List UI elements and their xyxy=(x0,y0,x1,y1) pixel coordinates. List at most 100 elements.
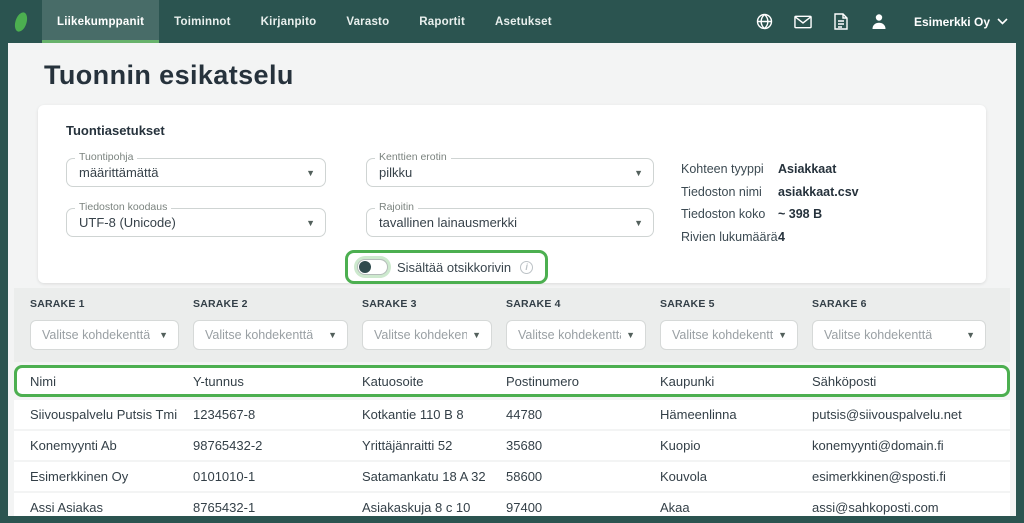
nav-tab-kirjanpito[interactable]: Kirjanpito xyxy=(246,0,332,43)
cell-katuosoite: Satamankatu 18 A 32 xyxy=(362,469,506,484)
nav-tab-asetukset[interactable]: Asetukset xyxy=(480,0,567,43)
info-value: 4 xyxy=(778,230,785,244)
select-tuontipohja[interactable]: Tuontipohja määrittämättä ▼ xyxy=(66,158,326,187)
header-cell: Y-tunnus xyxy=(193,374,362,389)
toggle-knob xyxy=(359,261,371,273)
cell-y-tunnus: 8765432-1 xyxy=(193,500,362,515)
header-row-toggle[interactable] xyxy=(357,259,388,275)
info-row: Tiedoston nimi asiakkaat.csv xyxy=(681,185,859,199)
select-placeholder: Valitse kohdekenttä xyxy=(672,328,773,342)
import-preview-table: SARAKE 1 SARAKE 2 SARAKE 3 SARAKE 4 SARA… xyxy=(14,288,1010,516)
target-field-select-6[interactable]: Valitse kohdekenttä ▼ xyxy=(812,320,986,350)
select-placeholder: Valitse kohdekenttä xyxy=(374,328,467,342)
target-field-select-1[interactable]: Valitse kohdekenttä ▼ xyxy=(30,320,179,350)
cell-nimi: Siivouspalvelu Putsis Tmi xyxy=(30,407,193,422)
header-cell: Katuosoite xyxy=(362,374,506,389)
cell-kaupunki: Akaa xyxy=(660,500,812,515)
info-label: Tiedoston nimi xyxy=(681,185,778,199)
info-value: asiakkaat.csv xyxy=(778,185,859,199)
field-value: UTF-8 (Unicode) xyxy=(79,215,176,230)
preview-rows: Siivouspalvelu Putsis Tmi 1234567-8 Kotk… xyxy=(14,400,1010,516)
table-row: Esimerkkinen Oy 0101010-1 Satamankatu 18… xyxy=(14,462,1010,491)
select-rajoitin[interactable]: Rajoitin tavallinen lainausmerkki ▼ xyxy=(366,208,654,237)
top-navbar: Liikekumppanit Toiminnot Kirjanpito Vara… xyxy=(0,0,1024,43)
cell-nimi: Assi Asiakas xyxy=(30,500,193,515)
info-row: Rivien lukumäärä 4 xyxy=(681,230,859,244)
info-label: Rivien lukumäärä xyxy=(681,230,778,244)
cell-katuosoite: Kotkantie 110 B 8 xyxy=(362,407,506,422)
column-header: SARAKE 2 xyxy=(193,298,362,310)
cell-postinumero: 35680 xyxy=(506,438,660,453)
user-icon[interactable] xyxy=(870,13,888,31)
info-value: Asiakkaat xyxy=(778,162,836,176)
column-header: SARAKE 6 xyxy=(812,298,1000,310)
header-cell: Kaupunki xyxy=(660,374,812,389)
dropdown-arrow-icon: ▼ xyxy=(778,330,787,340)
nav-tab-toiminnot[interactable]: Toiminnot xyxy=(159,0,246,43)
cell-y-tunnus: 1234567-8 xyxy=(193,407,362,422)
company-switcher[interactable]: Esimerkki Oy xyxy=(914,15,1008,29)
header-cell: Postinumero xyxy=(506,374,660,389)
header-row-highlight-annotation: Nimi Y-tunnus Katuosoite Postinumero Kau… xyxy=(14,365,1010,397)
select-placeholder: Valitse kohdekenttä xyxy=(42,328,150,342)
csv-header-row: Nimi Y-tunnus Katuosoite Postinumero Kau… xyxy=(17,368,1007,394)
info-row: Kohteen tyyppi Asiakkaat xyxy=(681,162,859,176)
dropdown-arrow-icon: ▼ xyxy=(634,167,643,177)
cell-y-tunnus: 0101010-1 xyxy=(193,469,362,484)
field-label: Tiedoston koodaus xyxy=(75,201,171,213)
app-logo[interactable] xyxy=(0,0,42,43)
cell-postinumero: 97400 xyxy=(506,500,660,515)
select-tiedoston-koodaus[interactable]: Tiedoston koodaus UTF-8 (Unicode) ▼ xyxy=(66,208,326,237)
info-row: Tiedoston koko ~ 398 B xyxy=(681,207,859,221)
main-menu: Liikekumppanit Toiminnot Kirjanpito Vara… xyxy=(42,0,567,43)
info-icon[interactable]: i xyxy=(520,261,533,274)
page-title: Tuonnin esikatselu xyxy=(44,60,1016,91)
import-settings-card: Tuontiasetukset Tuontipohja määrittämätt… xyxy=(38,105,986,283)
dropdown-arrow-icon: ▼ xyxy=(306,167,315,177)
card-heading: Tuontiasetukset xyxy=(66,123,958,138)
document-icon[interactable] xyxy=(832,13,850,31)
cell-y-tunnus: 98765432-2 xyxy=(193,438,362,453)
cell-katuosoite: Yrittäjänraitti 52 xyxy=(362,438,506,453)
column-header: SARAKE 1 xyxy=(30,298,193,310)
field-label: Tuontipohja xyxy=(75,151,137,163)
select-kenttien-erotin[interactable]: Kenttien erotin pilkku ▼ xyxy=(366,158,654,187)
cell-nimi: Esimerkkinen Oy xyxy=(30,469,193,484)
target-field-select-2[interactable]: Valitse kohdekenttä ▼ xyxy=(193,320,348,350)
cell-sahkoposti: konemyynti@domain.fi xyxy=(812,438,1000,453)
company-name: Esimerkki Oy xyxy=(914,15,990,29)
cell-sahkoposti: esimerkkinen@sposti.fi xyxy=(812,469,1000,484)
cell-postinumero: 58600 xyxy=(506,469,660,484)
header-cell: Nimi xyxy=(30,374,193,389)
info-label: Tiedoston koko xyxy=(681,207,778,221)
cell-kaupunki: Kouvola xyxy=(660,469,812,484)
table-row: Assi Asiakas 8765432-1 Asiakaskuja 8 c 1… xyxy=(14,493,1010,516)
select-placeholder: Valitse kohdekenttä xyxy=(824,328,932,342)
toggle-label: Sisältää otsikkorivin xyxy=(397,260,511,275)
column-header: SARAKE 5 xyxy=(660,298,812,310)
target-field-select-4[interactable]: Valitse kohdekenttä ▼ xyxy=(506,320,646,350)
select-placeholder: Valitse kohdekenttä xyxy=(205,328,313,342)
cell-nimi: Konemyynti Ab xyxy=(30,438,193,453)
field-value: pilkku xyxy=(379,165,412,180)
leaf-icon xyxy=(10,9,32,35)
nav-tab-varasto[interactable]: Varasto xyxy=(331,0,404,43)
table-row: Konemyynti Ab 98765432-2 Yrittäjänraitti… xyxy=(14,431,1010,460)
toggle-highlight-annotation: Sisältää otsikkorivin i xyxy=(345,250,548,284)
globe-icon[interactable] xyxy=(756,13,774,31)
target-field-select-5[interactable]: Valitse kohdekenttä ▼ xyxy=(660,320,798,350)
cell-sahkoposti: assi@sahkoposti.com xyxy=(812,500,1000,515)
nav-tab-raportit[interactable]: Raportit xyxy=(404,0,480,43)
dropdown-arrow-icon: ▼ xyxy=(472,330,481,340)
cell-kaupunki: Hämeenlinna xyxy=(660,407,812,422)
column-mapping-band: SARAKE 1 SARAKE 2 SARAKE 3 SARAKE 4 SARA… xyxy=(14,288,1010,362)
field-label: Rajoitin xyxy=(375,201,418,213)
mail-icon[interactable] xyxy=(794,13,812,31)
navbar-actions: Esimerkki Oy xyxy=(756,0,1024,43)
dropdown-arrow-icon: ▼ xyxy=(966,330,975,340)
import-settings-form: Tuontipohja määrittämättä ▼ Kenttien ero… xyxy=(66,158,654,237)
nav-tab-liikekumppanit[interactable]: Liikekumppanit xyxy=(42,0,159,43)
target-field-select-3[interactable]: Valitse kohdekenttä ▼ xyxy=(362,320,492,350)
table-row: Siivouspalvelu Putsis Tmi 1234567-8 Kotk… xyxy=(14,400,1010,429)
cell-kaupunki: Kuopio xyxy=(660,438,812,453)
